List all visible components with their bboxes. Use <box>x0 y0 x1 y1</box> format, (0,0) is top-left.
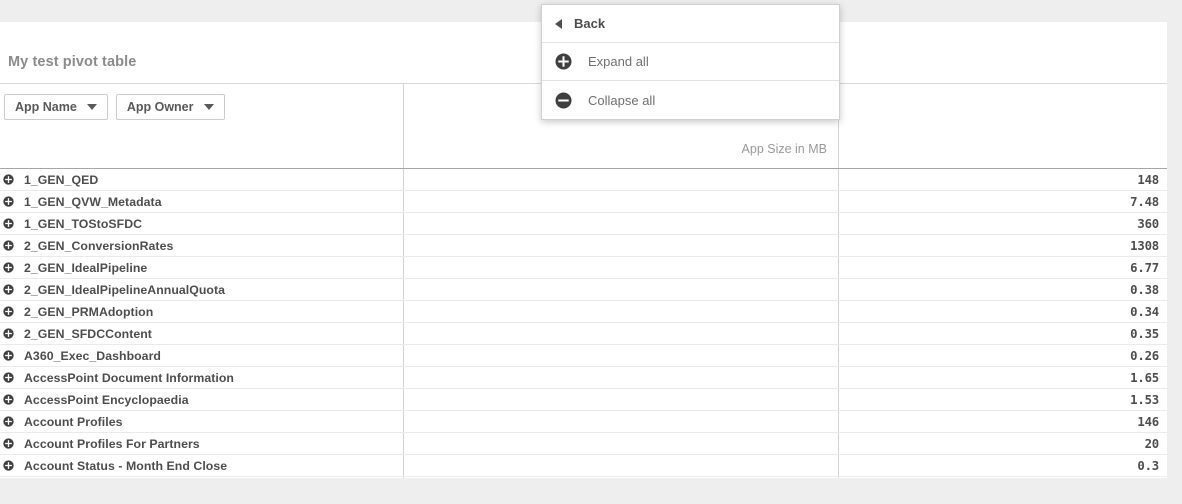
minus-circle-icon <box>555 92 572 109</box>
plus-circle-icon[interactable] <box>3 240 14 251</box>
table-cell-value: 1.65 <box>1130 370 1159 385</box>
table-cell-dimension-label: Account Profiles <box>24 414 123 429</box>
app-background: My test pivot table App Name App Owner A… <box>0 0 1182 504</box>
dimension-button-app-name-label: App Name <box>15 100 77 114</box>
table-cell-dimension-label: AccessPoint Document Information <box>24 370 234 385</box>
table-cell-value: 6.77 <box>1130 260 1159 275</box>
dimension-button-app-owner-label: App Owner <box>126 100 194 114</box>
table-cell-value: 0.26 <box>1130 348 1159 363</box>
context-menu-expand-all-label: Expand all <box>588 54 649 69</box>
table-cell-value: 0.3 <box>1137 458 1159 473</box>
table-row[interactable]: Account Status - Month End Close 0.3 <box>0 455 1167 477</box>
table-row[interactable]: 2_GEN_ConversionRates 1308 <box>0 235 1167 257</box>
table-cell-dimension-label: AccessPoint Encyclopaedia <box>24 392 189 407</box>
right-gutter <box>1167 22 1182 478</box>
plus-circle-icon[interactable] <box>3 174 14 185</box>
table-cell-dimension: 1_GEN_TOStoSFDC <box>0 217 403 231</box>
plus-circle-icon[interactable] <box>3 416 14 427</box>
table-row[interactable]: 1_GEN_QVW_Metadata 7.48 <box>0 191 1167 213</box>
context-menu-collapse-all-label: Collapse all <box>588 92 656 108</box>
table-row[interactable]: AccessPoint Encyclopaedia 1.53 <box>0 389 1167 411</box>
table-row[interactable]: Account Profiles For Partners 20 <box>0 433 1167 455</box>
table-row[interactable]: 2_GEN_PRMAdoption 0.34 <box>0 301 1167 323</box>
table-cell-value: 0.35 <box>1130 326 1159 341</box>
plus-circle-icon[interactable] <box>3 284 14 295</box>
table-cell-dimension-label: Account Status - Month End Close <box>24 458 228 473</box>
measure-column-header: App Size in MB <box>741 142 827 156</box>
table-row[interactable]: 2_GEN_SFDCContent 0.35 <box>0 323 1167 345</box>
plus-circle-icon[interactable] <box>3 218 14 229</box>
table-cell-dimension-label: 2_GEN_SFDCContent <box>24 326 152 341</box>
plus-circle-icon <box>555 53 572 70</box>
table-row[interactable]: 1_GEN_TOStoSFDC 360 <box>0 213 1167 235</box>
dimension-button-group: App Name App Owner <box>4 94 225 120</box>
context-menu-expand-all-item[interactable]: Expand all <box>542 43 839 81</box>
plus-circle-icon[interactable] <box>3 438 14 449</box>
table-cell-dimension: Account Profiles For Partners <box>0 437 403 451</box>
table-cell-dimension-label: 2_GEN_ConversionRates <box>24 238 174 253</box>
table-cell-dimension-label: Account Profiles For Partners <box>24 436 200 451</box>
plus-circle-icon[interactable] <box>3 394 14 405</box>
table-cell-value: 360 <box>1137 216 1159 231</box>
table-cell-dimension-label: A360_Exec_Dashboard <box>24 348 161 363</box>
table-cell-dimension: AccessPoint Encyclopaedia <box>0 393 403 407</box>
table-cell-value: 1.53 <box>1130 392 1159 407</box>
table-cell-dimension: 2_GEN_ConversionRates <box>0 239 403 253</box>
context-menu-back-label: Back <box>574 16 606 31</box>
context-menu-collapse-all-item[interactable]: Collapse all <box>542 81 839 119</box>
plus-circle-icon[interactable] <box>3 460 14 471</box>
plus-circle-icon[interactable] <box>3 306 14 317</box>
table-cell-dimension: 1_GEN_QVW_Metadata <box>0 195 403 209</box>
table-row[interactable]: Account Profiles 146 <box>0 411 1167 433</box>
table-row[interactable]: A360_Exec_Dashboard 0.26 <box>0 345 1167 367</box>
table-cell-dimension: AccessPoint Document Information <box>0 371 403 385</box>
table-cell-dimension: 2_GEN_SFDCContent <box>0 327 403 341</box>
table-cell-dimension-label: 1_GEN_QVW_Metadata <box>24 194 162 209</box>
table-cell-dimension: Account Status - Month End Close <box>0 459 403 473</box>
caret-left-icon <box>555 18 562 29</box>
table-cell-value: 1308 <box>1130 238 1159 253</box>
table-cell-value: 146 <box>1137 414 1159 429</box>
table-cell-dimension: Account Profiles <box>0 415 403 429</box>
table-cell-dimension: 2_GEN_PRMAdoption <box>0 305 403 319</box>
context-menu-back-item[interactable]: Back <box>542 5 839 43</box>
table-cell-value: 0.38 <box>1130 282 1159 297</box>
table-cell-dimension: 1_GEN_QED <box>0 173 403 187</box>
table-cell-dimension: 2_GEN_IdealPipeline <box>0 261 403 275</box>
footer-background <box>0 478 1182 504</box>
table-row[interactable]: AccessPoint Document Information 1.65 <box>0 367 1167 389</box>
dimension-button-app-name[interactable]: App Name <box>4 94 108 120</box>
table-cell-dimension: 2_GEN_IdealPipelineAnnualQuota <box>0 283 403 297</box>
chevron-down-icon <box>203 104 214 110</box>
table-cell-dimension-label: 1_GEN_QED <box>24 172 99 187</box>
table-row[interactable]: 1_GEN_QED 148 <box>0 169 1167 191</box>
table-cell-dimension-label: 2_GEN_PRMAdoption <box>24 304 154 319</box>
table-cell-value: 20 <box>1144 436 1160 451</box>
plus-circle-icon[interactable] <box>3 372 14 383</box>
page-title: My test pivot table <box>8 54 137 70</box>
plus-circle-icon[interactable] <box>3 196 14 207</box>
dimension-button-app-owner[interactable]: App Owner <box>115 94 225 120</box>
context-menu: Back Expand all Collapse all <box>541 4 840 120</box>
table-cell-dimension: A360_Exec_Dashboard <box>0 349 403 363</box>
plus-circle-icon[interactable] <box>3 350 14 361</box>
table-cell-dimension-label: 1_GEN_TOStoSFDC <box>24 216 143 231</box>
plus-circle-icon[interactable] <box>3 262 14 273</box>
table-cell-dimension-label: 2_GEN_IdealPipelineAnnualQuota <box>24 282 226 297</box>
chevron-down-icon <box>86 104 97 110</box>
table-cell-value: 148 <box>1137 172 1159 187</box>
table-row[interactable]: 2_GEN_IdealPipeline 6.77 <box>0 257 1167 279</box>
table-cell-value: 0.34 <box>1130 304 1159 319</box>
pivot-rows: 1_GEN_QED 148 1_GEN_QVW_Metadata 7.48 1_GEN_… <box>0 169 1167 499</box>
table-row[interactable]: 2_GEN_IdealPipelineAnnualQuota 0.38 <box>0 279 1167 301</box>
table-cell-value: 7.48 <box>1130 194 1159 209</box>
plus-circle-icon[interactable] <box>3 328 14 339</box>
table-cell-dimension-label: 2_GEN_IdealPipeline <box>24 260 148 275</box>
